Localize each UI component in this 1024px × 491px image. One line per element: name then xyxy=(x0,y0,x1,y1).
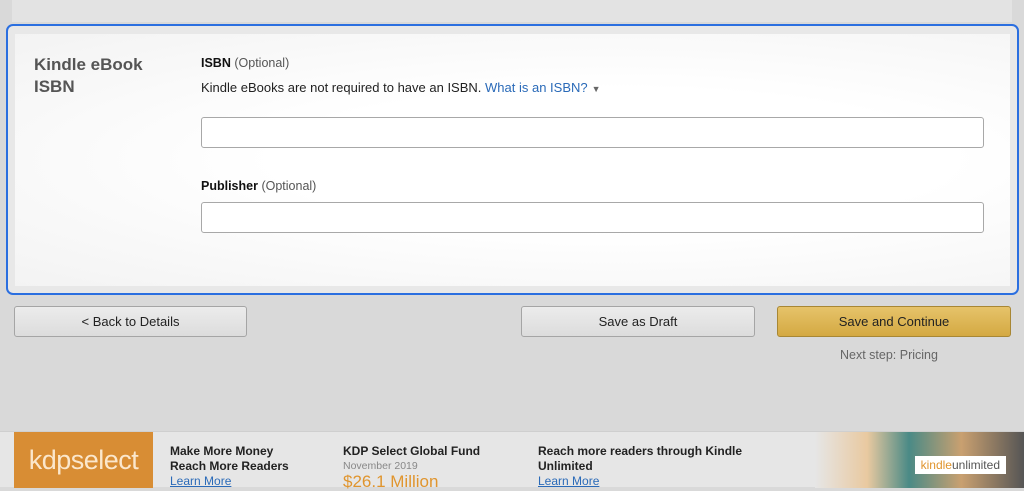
what-is-isbn-link[interactable]: What is an ISBN? xyxy=(485,80,588,95)
previous-section xyxy=(12,0,1012,22)
promo-kindle-unlimited: Reach more readers through Kindle Unlimi… xyxy=(538,444,768,489)
next-step-text: Next step: Pricing xyxy=(840,348,938,362)
fund-title: KDP Select Global Fund xyxy=(343,444,481,458)
kindle-unlimited-image[interactable]: kindleunlimited xyxy=(815,432,1024,488)
section-title: Kindle eBook ISBN xyxy=(34,55,143,96)
publisher-input[interactable] xyxy=(201,202,984,233)
learn-more-link[interactable]: Learn More xyxy=(170,474,231,488)
promo-line1: Make More Money xyxy=(170,444,274,458)
kdp-select-logo[interactable]: kdpselect xyxy=(14,432,153,488)
isbn-optional: (Optional) xyxy=(234,56,290,70)
back-to-details-button[interactable]: < Back to Details xyxy=(14,306,247,337)
save-as-draft-button[interactable]: Save as Draft xyxy=(521,306,755,337)
ku-title: Reach more readers through Kindle Unlimi… xyxy=(538,444,743,473)
kdp-select-banner: kdpselect Make More Money Reach More Rea… xyxy=(0,431,1024,490)
learn-more-link-ku[interactable]: Learn More xyxy=(538,474,599,488)
publisher-optional: (Optional) xyxy=(261,179,317,193)
caret-down-icon[interactable]: ▼ xyxy=(592,84,601,94)
isbn-help-text: Kindle eBooks are not required to have a… xyxy=(201,80,482,95)
promo-money: Make More Money Reach More Readers Learn… xyxy=(170,444,289,489)
kindle-unlimited-logo: kindleunlimited xyxy=(914,456,1006,474)
isbn-label: ISBN (Optional) xyxy=(201,56,289,70)
isbn-label-text: ISBN xyxy=(201,56,231,70)
promo-line2: Reach More Readers xyxy=(170,459,289,473)
publisher-label: Publisher (Optional) xyxy=(201,179,316,193)
promo-global-fund: KDP Select Global Fund November 2019 $26… xyxy=(343,444,481,490)
isbn-help: Kindle eBooks are not required to have a… xyxy=(201,80,601,95)
publisher-label-text: Publisher xyxy=(201,179,258,193)
save-and-continue-button[interactable]: Save and Continue xyxy=(777,306,1011,337)
isbn-input[interactable] xyxy=(201,117,984,148)
